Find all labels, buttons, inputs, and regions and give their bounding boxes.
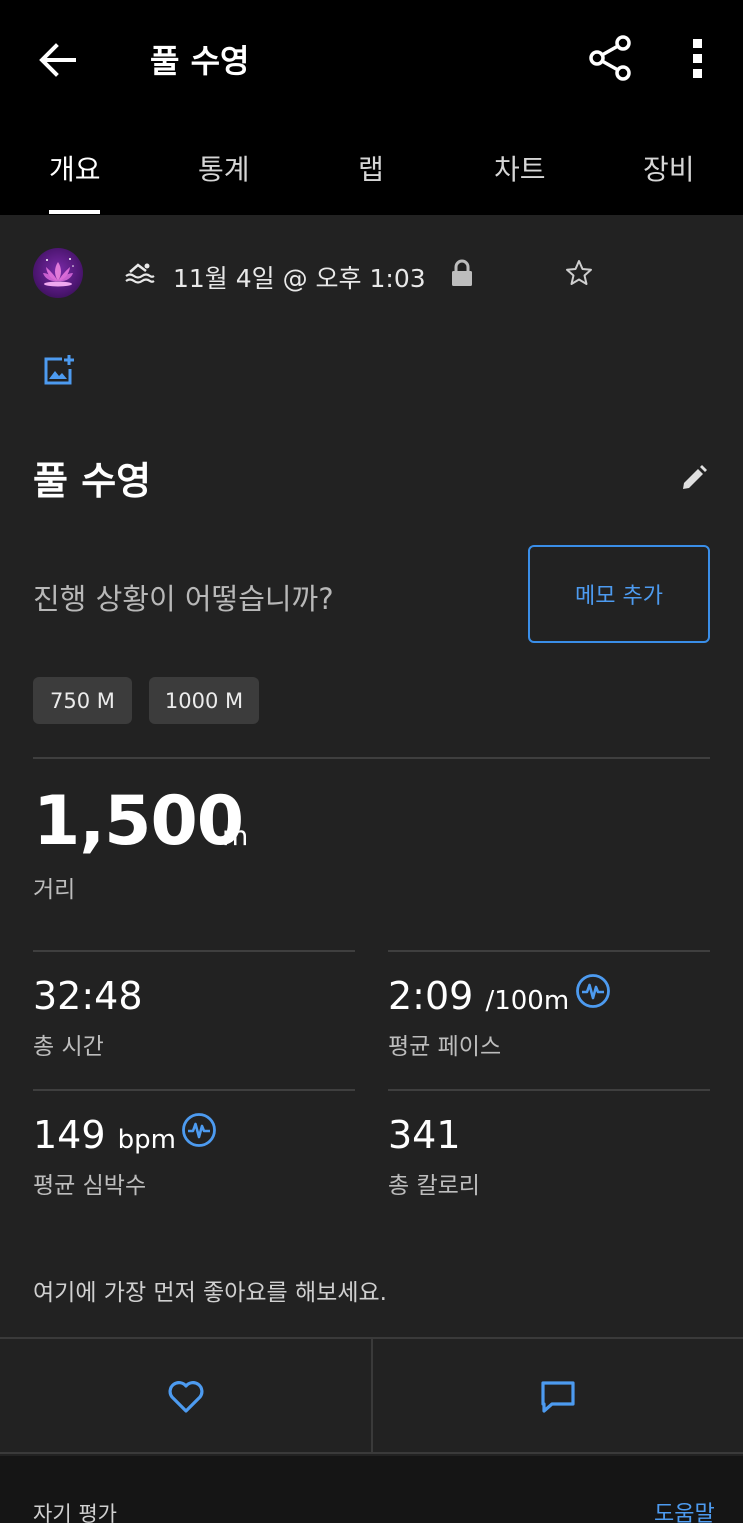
- self-evaluation-title: 자기 평가: [33, 1502, 117, 1523]
- tab-charts[interactable]: 차트: [494, 148, 546, 188]
- avatar[interactable]: [33, 248, 83, 298]
- back-arrow-icon[interactable]: [36, 38, 80, 82]
- help-link[interactable]: 도움말: [654, 1496, 715, 1523]
- divider: [388, 950, 710, 952]
- avg-pace-unit: /100m: [485, 986, 570, 1016]
- tab-stats[interactable]: 통계: [198, 148, 250, 188]
- activity-name: 풀 수영: [33, 459, 152, 503]
- comment-button[interactable]: [373, 1339, 743, 1454]
- divider: [33, 950, 355, 952]
- lock-icon[interactable]: [450, 258, 474, 288]
- heart-rate-info-icon[interactable]: [575, 973, 611, 1009]
- avg-hr-unit: bpm: [117, 1125, 176, 1155]
- more-vert-icon[interactable]: [682, 36, 714, 80]
- avg-pace-label: 평균 페이스: [388, 1034, 502, 1060]
- divider: [33, 1089, 355, 1091]
- split-chip-750[interactable]: 750 M: [33, 677, 132, 724]
- total-time-value: 32:48: [33, 974, 143, 1018]
- total-time-label: 총 시간: [33, 1034, 104, 1060]
- pencil-icon[interactable]: [677, 463, 709, 495]
- distance-label: 거리: [33, 877, 76, 903]
- avg-hr-value: 149 bpm: [33, 1113, 176, 1157]
- likes-message: 여기에 가장 먼저 좋아요를 해보세요.: [33, 1280, 387, 1306]
- add-memo-button[interactable]: 메모 추가: [528, 545, 710, 643]
- avg-pace-value: 2:09 /100m: [388, 974, 569, 1018]
- split-chip-1000[interactable]: 1000 M: [149, 677, 259, 724]
- app-bar: 풀 수영: [0, 0, 743, 118]
- activity-date: 11월 4일 @ 오후 1:03: [173, 264, 426, 293]
- page-title: 풀 수영: [150, 42, 250, 80]
- avg-hr-number: 149: [33, 1113, 106, 1157]
- star-outline-icon[interactable]: [564, 258, 594, 288]
- tab-gear[interactable]: 장비: [643, 148, 695, 188]
- heart-outline-icon: [168, 1380, 203, 1413]
- divider: [33, 757, 710, 759]
- calories-label: 총 칼로리: [388, 1173, 480, 1199]
- progress-prompt: 진행 상황이 어떻습니까?: [33, 582, 334, 616]
- tab-laps[interactable]: 랩: [358, 148, 384, 188]
- distance-value: 1,500: [33, 782, 244, 861]
- pool-swim-icon: [124, 260, 156, 286]
- comment-icon: [541, 1380, 575, 1413]
- add-photo-icon[interactable]: [42, 353, 76, 387]
- like-button[interactable]: [0, 1339, 371, 1454]
- avg-pace-number: 2:09: [388, 974, 474, 1018]
- divider: [388, 1089, 710, 1091]
- share-icon[interactable]: [588, 34, 634, 82]
- tab-overview[interactable]: 개요: [49, 148, 101, 188]
- heart-rate-info-icon[interactable]: [181, 1112, 217, 1148]
- avg-hr-label: 평균 심박수: [33, 1173, 147, 1199]
- tab-bar: 개요 통계 랩 차트 장비: [0, 118, 743, 215]
- active-tab-indicator: [49, 210, 100, 214]
- distance-unit: m: [222, 821, 249, 852]
- calories-value: 341: [388, 1113, 461, 1157]
- lotus-avatar-icon: [43, 258, 74, 287]
- action-bar: [0, 1337, 743, 1454]
- self-evaluation-section: 자기 평가 도움말: [0, 1456, 743, 1523]
